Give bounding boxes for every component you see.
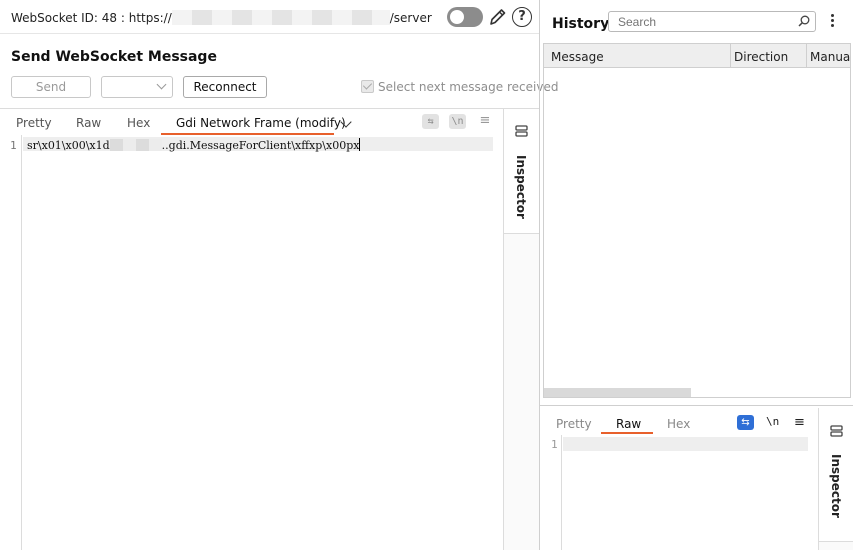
inspector-icon	[830, 425, 843, 437]
column-manual[interactable]: Manua	[810, 50, 850, 64]
active-tab-indicator	[601, 432, 653, 434]
toggle-switch-icon[interactable]	[447, 7, 483, 27]
send-message-title: Send WebSocket Message	[11, 49, 217, 65]
inspector-sidebar: Inspector	[503, 109, 540, 550]
current-line-highlight	[563, 437, 808, 451]
inspector-label: Inspector	[514, 155, 528, 219]
history-title: History	[552, 16, 610, 32]
horizontal-scrollbar[interactable]	[544, 388, 691, 397]
redacted-code	[109, 139, 162, 151]
inspector-label: Inspector	[829, 454, 843, 518]
menu-icon[interactable]: ≡	[794, 415, 805, 430]
wrap-lines-icon[interactable]: ⇆	[737, 415, 754, 430]
history-split-divider[interactable]	[540, 405, 853, 406]
inspector-icon	[515, 125, 528, 137]
search-icon	[798, 15, 810, 27]
inspector-sidebar: Inspector	[818, 408, 853, 550]
inspector-toggle[interactable]: Inspector	[819, 408, 853, 542]
message-code[interactable]: sr\x01\x00\x1d ..gdi.MessageForClient\xff…	[27, 138, 361, 152]
menu-icon[interactable]: ≡	[478, 114, 492, 129]
message-target-dropdown[interactable]	[101, 76, 173, 98]
line-number: 1	[551, 438, 558, 451]
active-tab-indicator	[161, 133, 334, 135]
tab-raw[interactable]: Raw	[76, 116, 101, 130]
select-next-message-label: Select next message received	[378, 80, 559, 94]
kebab-menu-icon[interactable]	[831, 14, 835, 30]
line-gutter: 1	[540, 435, 562, 550]
column-message[interactable]: Message	[551, 50, 604, 64]
text-caret	[359, 138, 361, 151]
inspector-toggle[interactable]: Inspector	[504, 109, 540, 234]
tab-gdi-network-frame[interactable]: Gdi Network Frame (modify)	[176, 116, 346, 130]
websocket-id-suffix: /server	[389, 11, 432, 25]
pencil-icon[interactable]	[487, 6, 507, 28]
table-header: Message Direction Manua	[544, 44, 850, 68]
editor-tabs: Pretty Raw Hex Gdi Network Frame (modify…	[0, 109, 503, 135]
show-newlines-icon[interactable]: \n	[766, 415, 779, 428]
send-button[interactable]: Send	[11, 76, 91, 98]
select-next-message-checkbox[interactable]	[361, 80, 374, 93]
websocket-id-prefix: WebSocket ID: 48 : https://	[11, 11, 172, 25]
history-search[interactable]	[608, 11, 816, 32]
websocket-id: WebSocket ID: 48 : https:// /server	[11, 10, 432, 25]
tab-pretty[interactable]: Pretty	[16, 116, 52, 130]
reconnect-button[interactable]: Reconnect	[183, 76, 267, 98]
websocket-header: WebSocket ID: 48 : https:// /server ?	[0, 0, 539, 34]
code-suffix: ..gdi.MessageForClient\xffxp\x00px	[161, 139, 360, 152]
message-editor: Pretty Raw Hex Gdi Network Frame (modify…	[0, 108, 540, 550]
show-newlines-icon[interactable]: \n	[449, 114, 466, 129]
help-icon[interactable]: ?	[512, 7, 532, 27]
line-number: 1	[10, 139, 17, 152]
send-message-pane: WebSocket ID: 48 : https:// /server ? Sen…	[0, 0, 558, 550]
code-prefix: sr\x01\x00\x1d	[27, 139, 110, 152]
tab-hex[interactable]: Hex	[667, 417, 690, 431]
line-gutter: 1	[0, 135, 22, 550]
search-input[interactable]	[609, 12, 789, 31]
chevron-down-icon	[156, 79, 167, 90]
tab-hex[interactable]: Hex	[127, 116, 150, 130]
response-tabs: Pretty Raw Hex ⇆ \n ≡	[540, 408, 818, 434]
history-table: Message Direction Manua	[543, 43, 851, 398]
tab-pretty[interactable]: Pretty	[556, 417, 592, 431]
history-pane: History Message Direction Manua Pretty R…	[540, 0, 853, 550]
tab-raw[interactable]: Raw	[616, 417, 641, 431]
redacted-host	[171, 10, 390, 25]
wrap-lines-icon[interactable]: ⇆	[422, 114, 439, 129]
column-direction[interactable]: Direction	[734, 50, 788, 64]
